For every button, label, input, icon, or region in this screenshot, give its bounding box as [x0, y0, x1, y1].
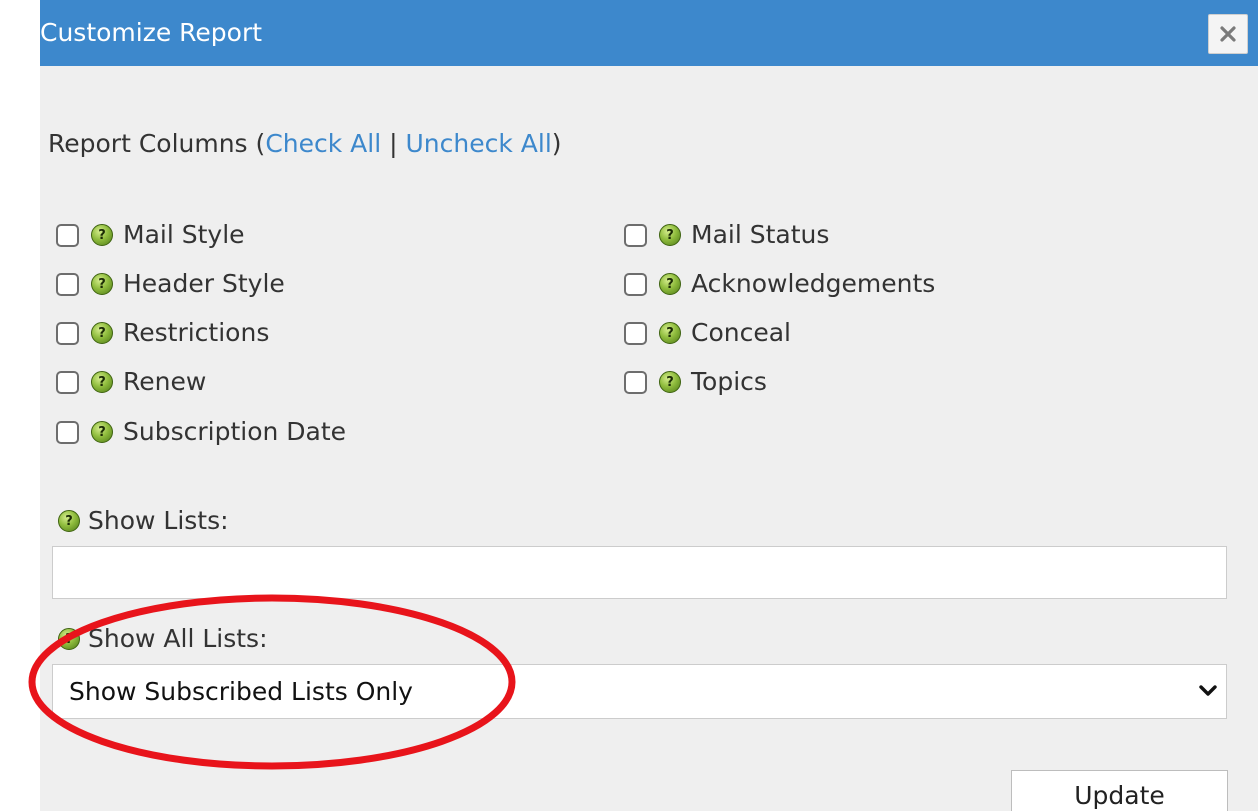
- show-lists-label: Show Lists:: [88, 506, 229, 535]
- restrictions-checkbox[interactable]: [56, 321, 79, 345]
- subscription-date-checkbox[interactable]: [56, 420, 79, 444]
- column-option-renew[interactable]: ? Renew: [56, 362, 206, 402]
- help-question-icon[interactable]: ?: [58, 628, 80, 650]
- column-option-mail-status[interactable]: ? Mail Status: [624, 215, 829, 255]
- column-option-header-style[interactable]: ? Header Style: [56, 264, 285, 304]
- column-option-restrictions[interactable]: ? Restrictions: [56, 313, 269, 353]
- uncheck-all-link[interactable]: Uncheck All: [406, 129, 552, 158]
- header-style-label: Header Style: [123, 269, 285, 298]
- close-button[interactable]: [1208, 14, 1248, 54]
- header-style-checkbox[interactable]: [56, 272, 79, 296]
- column-option-acknowledgements[interactable]: ? Acknowledgements: [624, 264, 935, 304]
- topics-checkbox[interactable]: [624, 370, 647, 394]
- show-lists-input[interactable]: [52, 546, 1227, 599]
- column-option-mail-style[interactable]: ? Mail Style: [56, 215, 245, 255]
- help-question-icon[interactable]: ?: [659, 322, 681, 344]
- help-question-icon[interactable]: ?: [659, 224, 681, 246]
- dialog-title: Customize Report: [40, 18, 263, 47]
- help-question-icon[interactable]: ?: [659, 273, 681, 295]
- help-question-icon[interactable]: ?: [91, 371, 113, 393]
- topics-label: Topics: [691, 367, 767, 396]
- acknowledgements-checkbox[interactable]: [624, 272, 647, 296]
- conceal-label: Conceal: [691, 318, 791, 347]
- show-all-lists-selected-value: Show Subscribed Lists Only: [69, 677, 413, 706]
- link-separator: |: [381, 129, 406, 158]
- close-x-icon: [1220, 26, 1236, 42]
- help-question-icon[interactable]: ?: [91, 224, 113, 246]
- renew-label: Renew: [123, 367, 207, 396]
- mail-status-checkbox[interactable]: [624, 223, 647, 247]
- check-all-link[interactable]: Check All: [265, 129, 381, 158]
- paren-open: (: [255, 129, 266, 158]
- report-columns-label: Report Columns: [48, 129, 248, 158]
- report-columns-header: Report Columns (Check All | Uncheck All): [48, 127, 562, 161]
- acknowledgements-label: Acknowledgements: [691, 269, 936, 298]
- help-question-icon[interactable]: ?: [91, 421, 113, 443]
- renew-checkbox[interactable]: [56, 370, 79, 394]
- column-option-subscription-date[interactable]: ? Subscription Date: [56, 412, 346, 452]
- help-question-icon[interactable]: ?: [91, 322, 113, 344]
- help-question-icon[interactable]: ?: [58, 510, 80, 532]
- show-lists-field-label: ? Show Lists:: [58, 504, 229, 538]
- update-button[interactable]: Update: [1011, 770, 1228, 811]
- paren-close: ): [551, 129, 562, 158]
- show-all-lists-select[interactable]: Show Subscribed Lists Only: [52, 664, 1227, 719]
- help-question-icon[interactable]: ?: [659, 371, 681, 393]
- customize-report-dialog: Customize Report Report Columns (Check A…: [40, 0, 1258, 811]
- mail-status-label: Mail Status: [691, 220, 830, 249]
- show-all-lists-label: Show All Lists:: [88, 624, 268, 653]
- dialog-titlebar: Customize Report: [40, 0, 1258, 66]
- chevron-down-icon: [1199, 685, 1217, 696]
- show-all-lists-field-label: ? Show All Lists:: [58, 622, 268, 656]
- help-question-icon[interactable]: ?: [91, 273, 113, 295]
- conceal-checkbox[interactable]: [624, 321, 647, 345]
- subscription-date-label: Subscription Date: [123, 417, 347, 446]
- column-option-conceal[interactable]: ? Conceal: [624, 313, 791, 353]
- mail-style-checkbox[interactable]: [56, 223, 79, 247]
- mail-style-label: Mail Style: [123, 220, 245, 249]
- column-option-topics[interactable]: ? Topics: [624, 362, 767, 402]
- restrictions-label: Restrictions: [123, 318, 270, 347]
